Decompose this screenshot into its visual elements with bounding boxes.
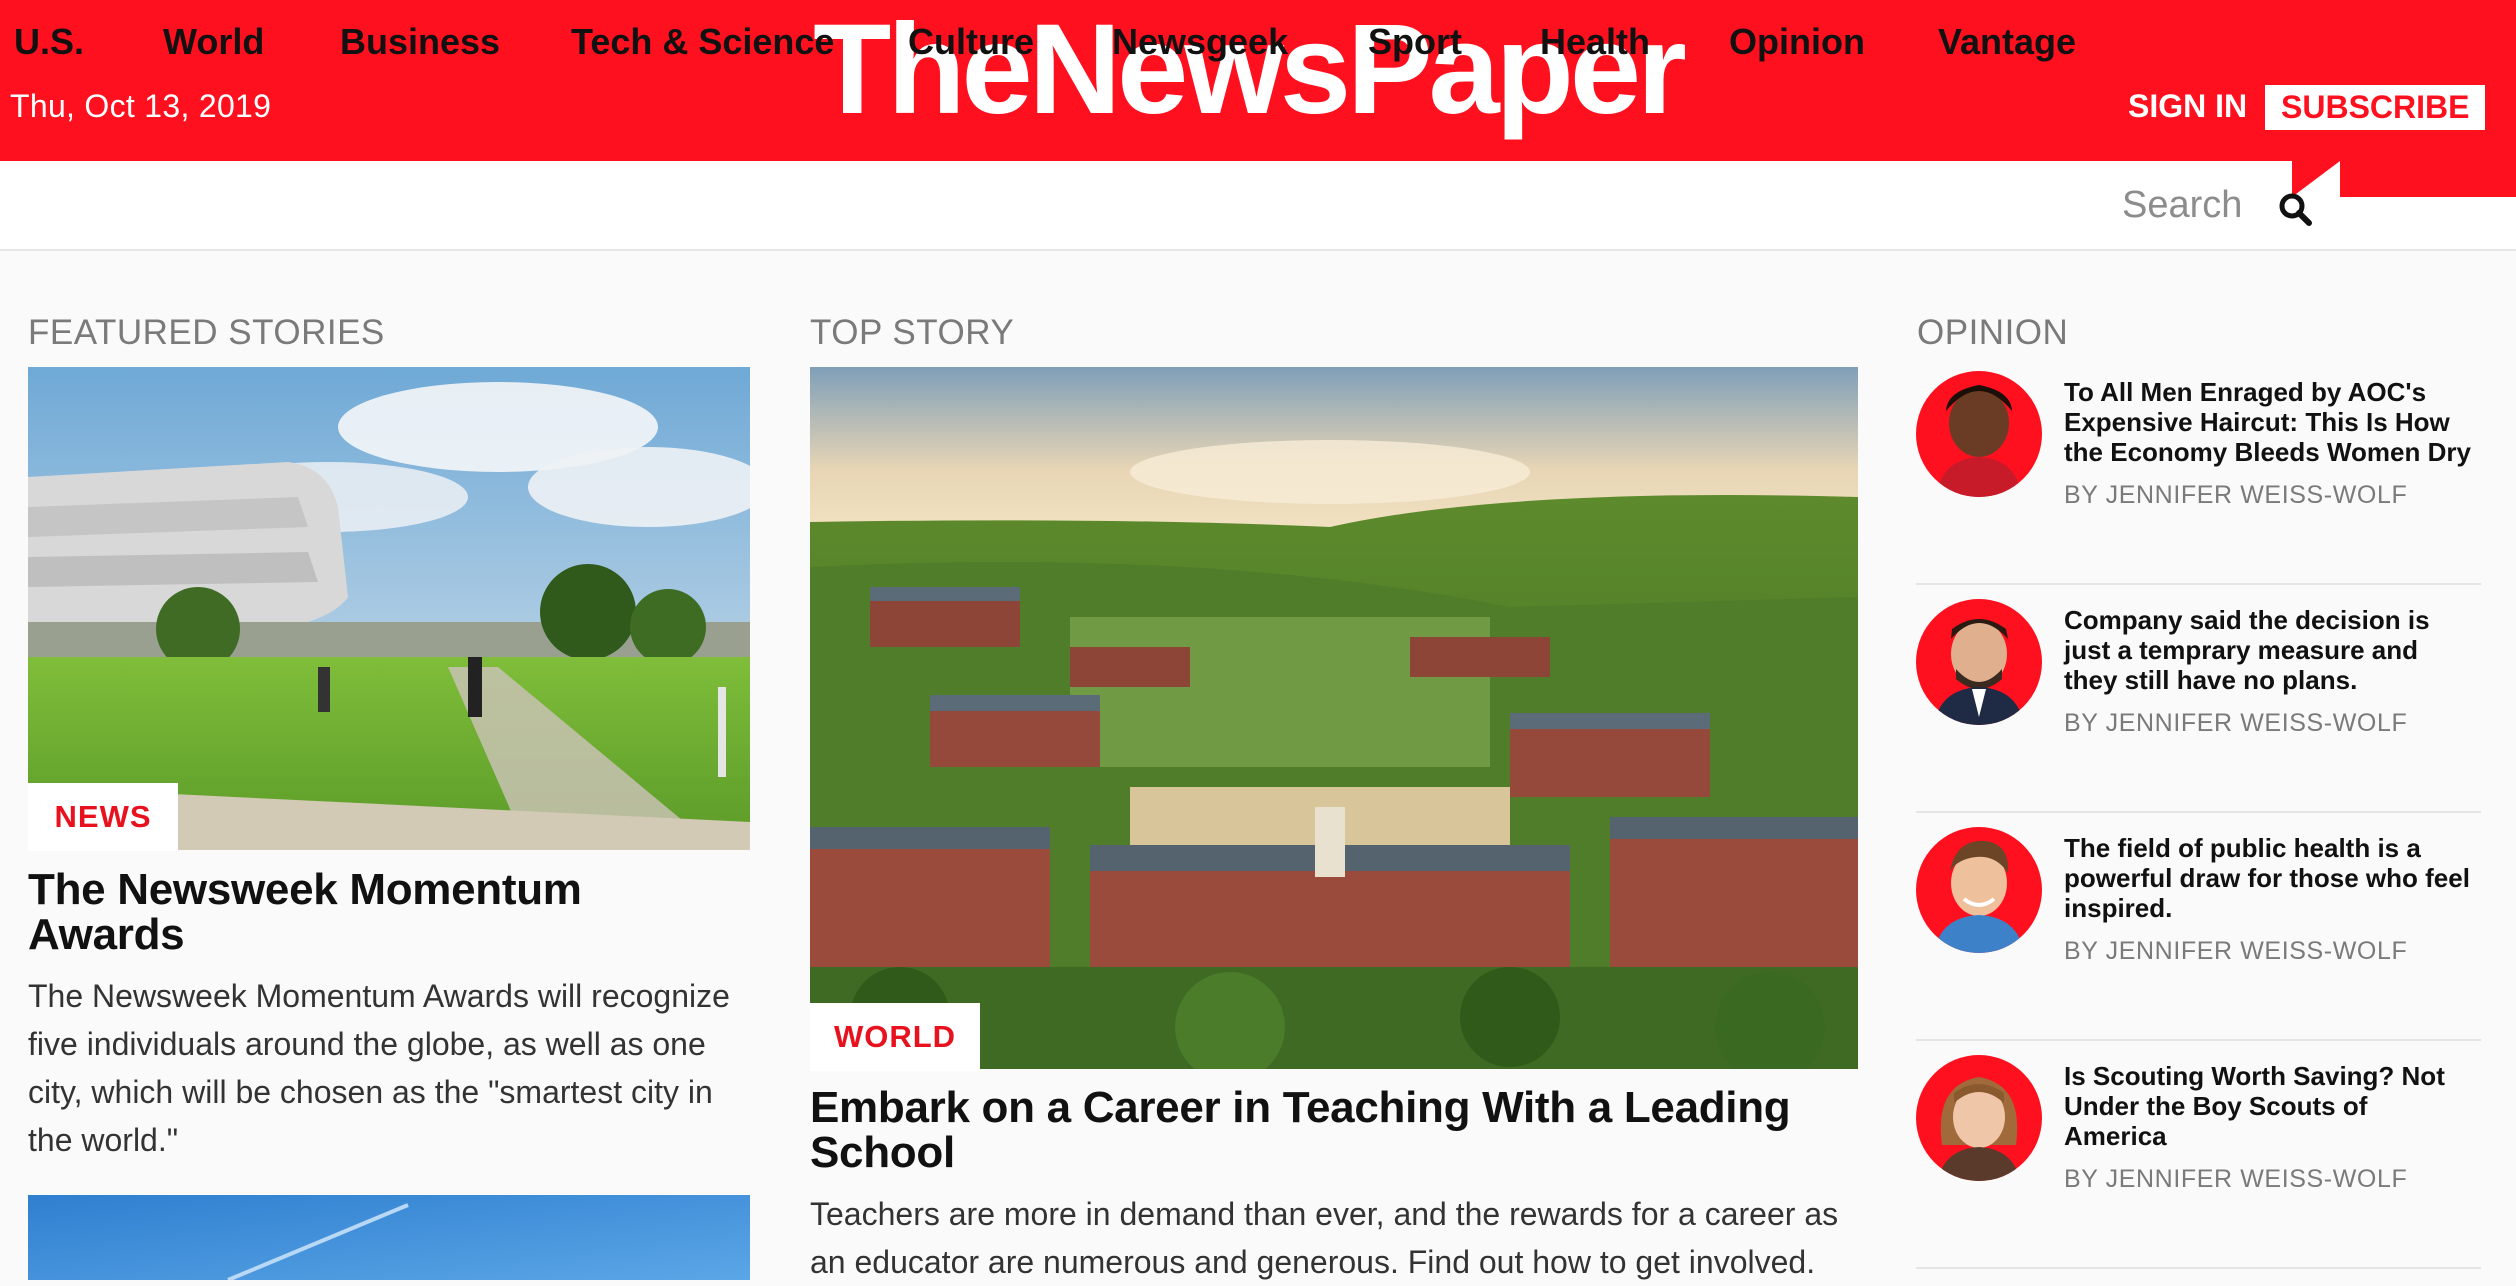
opinion-item[interactable]: To All Men Enraged by AOC's Expensive Ha…	[1916, 355, 2481, 585]
nav-item-world[interactable]: World	[163, 21, 264, 63]
search-icon[interactable]	[2278, 192, 2314, 228]
nav-item-newsgeek[interactable]: Newsgeek	[1112, 21, 1288, 63]
opinion-item[interactable]: The field of public health is a powerful…	[1916, 811, 2481, 1041]
opinion-item[interactable]: Is Scouting Worth Saving? Not Under the …	[1916, 1039, 2481, 1269]
top-story-category-tag[interactable]: WORLD	[810, 1003, 980, 1071]
featured-category-tag[interactable]: NEWS	[28, 783, 178, 851]
opinion-title[interactable]: To All Men Enraged by AOC's Expensive Ha…	[2064, 377, 2474, 467]
nav-item-tech-science[interactable]: Tech & Science	[571, 21, 834, 63]
opinion-title[interactable]: The field of public health is a powerful…	[2064, 833, 2474, 923]
author-avatar	[1916, 371, 2042, 497]
opinion-section-title: OPINION	[1917, 313, 2069, 352]
opinion-author[interactable]: BY JENNIFER WEISS-WOLF	[2064, 1165, 2407, 1194]
nav-item-culture[interactable]: Culture	[908, 21, 1034, 63]
author-avatar	[1916, 1055, 2042, 1181]
featured-summary: The Newsweek Momentum Awards will recogn…	[28, 978, 730, 1158]
top-story-summary: Teachers are more in demand than ever, a…	[810, 1196, 1839, 1280]
top-story-section-title: TOP STORY	[810, 313, 1015, 352]
subscribe-button[interactable]: SUBSCRIBE	[2265, 85, 2486, 130]
nav-item-us[interactable]: U.S.	[14, 21, 84, 63]
featured-story-image[interactable]	[28, 367, 750, 850]
opinion-item[interactable]: Company said the decision is just a temp…	[1916, 583, 2481, 813]
top-story-image[interactable]	[810, 367, 1858, 1069]
author-avatar	[1916, 827, 2042, 953]
top-story-headline[interactable]: Embark on a Career in Teaching With a Le…	[810, 1085, 1840, 1175]
search-input[interactable]	[2120, 180, 2284, 230]
featured-section-title: FEATURED STORIES	[28, 313, 385, 352]
opinion-author[interactable]: BY JENNIFER WEISS-WOLF	[2064, 709, 2407, 738]
opinion-title[interactable]: Is Scouting Worth Saving? Not Under the …	[2064, 1061, 2474, 1151]
nav-item-health[interactable]: Health	[1540, 21, 1650, 63]
nav-item-opinion[interactable]: Opinion	[1729, 21, 1865, 63]
nav-item-vantage[interactable]: Vantage	[1938, 21, 2076, 63]
nav-item-business[interactable]: Business	[340, 21, 500, 63]
nav-item-sport[interactable]: Sport	[1368, 21, 1462, 63]
nav-corner-fill	[2340, 161, 2516, 197]
featured-headline[interactable]: The Newsweek Momentum Awards	[28, 867, 748, 957]
opinion-author[interactable]: BY JENNIFER WEISS-WOLF	[2064, 937, 2407, 966]
featured-story-image-2[interactable]	[28, 1195, 750, 1280]
author-avatar	[1916, 599, 2042, 725]
sign-in-link[interactable]: SIGN IN	[2128, 88, 2247, 125]
opinion-author[interactable]: BY JENNIFER WEISS-WOLF	[2064, 481, 2407, 510]
opinion-title[interactable]: Company said the decision is just a temp…	[2064, 605, 2474, 695]
